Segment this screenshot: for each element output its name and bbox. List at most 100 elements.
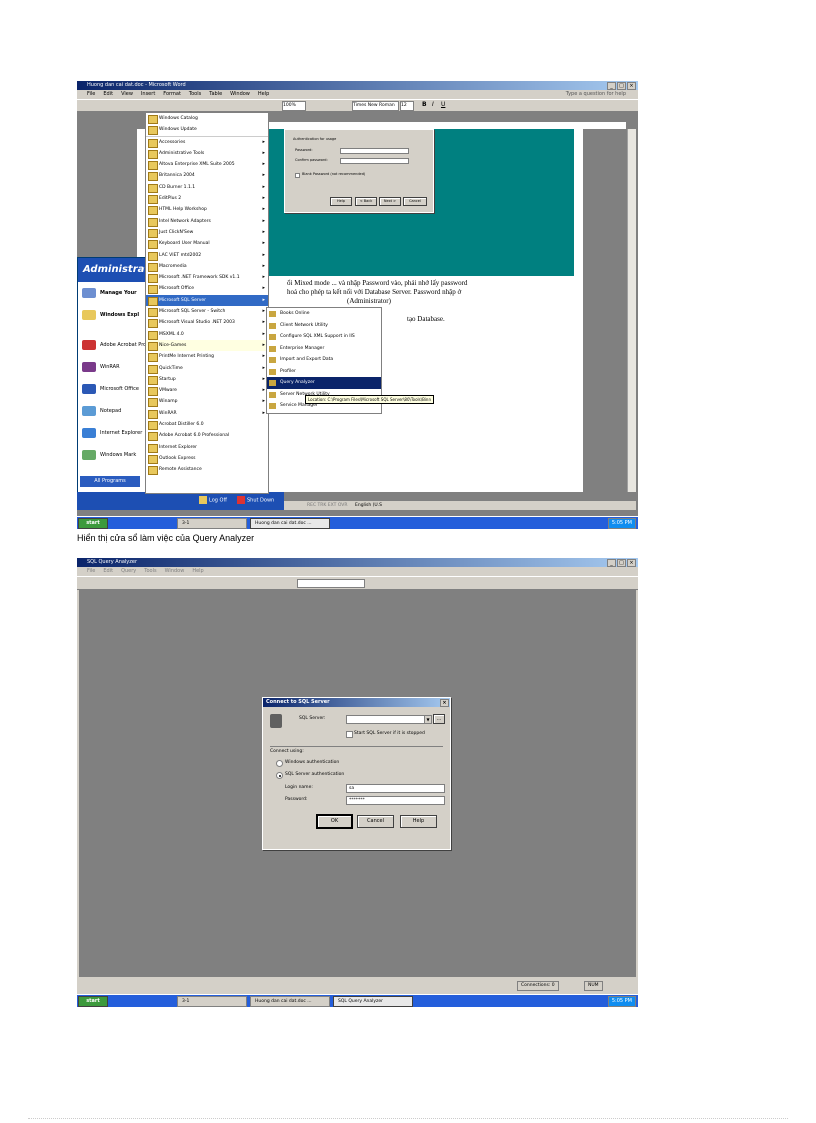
menu-help[interactable]: Help [258,90,269,99]
vertical-scrollbar[interactable] [627,129,636,492]
program-item[interactable]: Acrobat Distiller 6.0 [146,419,268,431]
program-item[interactable]: Just ClickN'Sew [146,227,268,239]
logoff-button[interactable]: Log Off [199,496,227,504]
start-item-explorer[interactable]: Windows Expl [80,308,146,322]
login-back-button[interactable]: < Back [355,197,377,206]
sql-item-client-network[interactable]: Client Network Utility [267,320,381,332]
program-item[interactable]: Windows Catalog [146,113,268,125]
program-item[interactable]: Outlook Express [146,453,268,465]
menu-tools[interactable]: Tools [189,90,201,99]
start-server-checkbox[interactable] [346,731,353,738]
login-name-field[interactable]: sa [346,784,445,793]
menu-format[interactable]: Format [163,90,181,99]
program-item[interactable]: Remote Assistance [146,464,268,476]
qa-menu-query[interactable]: Query [121,567,136,576]
start-item-notepad[interactable]: Notepad [80,404,146,418]
program-item[interactable]: CD Burner 1.1.1 [146,182,268,193]
qa-maximize-button[interactable]: □ [617,559,626,567]
program-item[interactable]: Microsoft SQL Server - Switch [146,306,268,318]
program-item[interactable]: Microsoft Visual Studio .NET 2003 [146,317,268,329]
task-folder-2[interactable]: 3-1 [177,996,247,1007]
qa-menu-file[interactable]: File [87,567,95,576]
start-item-ie[interactable]: Internet Explorer [80,426,146,440]
login-next-button[interactable]: Next > [379,197,401,206]
font-size-box[interactable]: 12 [400,101,414,111]
italic-button[interactable]: I [432,101,434,108]
database-dropdown[interactable] [297,579,365,588]
qa-minimize-button[interactable]: _ [607,559,616,567]
program-item[interactable]: Windows Update [146,124,268,137]
blank-password-checkbox[interactable] [295,173,300,178]
program-item[interactable]: Adobe Acrobat 6.0 Professional [146,430,268,442]
sql-server-combo[interactable]: ▼ [346,715,432,724]
menu-file[interactable]: File [87,90,95,99]
help-button[interactable]: Help [400,815,437,828]
start-button-2[interactable]: start [78,996,108,1007]
qa-menu-edit[interactable]: Edit [103,567,113,576]
program-item[interactable]: Administrative Tools [146,148,268,159]
shutdown-button[interactable]: Shut Down [237,496,274,504]
qa-close-button[interactable]: × [627,559,636,567]
start-item-messenger[interactable]: Windows Mark [80,448,146,462]
sql-item-configure-xml[interactable]: Configure SQL XML Support in IIS [267,331,381,343]
help-search-box[interactable]: Type a question for help [566,90,626,99]
start-item-office[interactable]: Microsoft Office [80,382,146,396]
dropdown-arrow-icon[interactable]: ▼ [424,716,431,723]
program-item[interactable]: Internet Explorer [146,442,268,453]
start-item-winrar[interactable]: WinRAR [80,360,146,374]
login-cancel-button[interactable]: Cancel [403,197,427,206]
menu-window[interactable]: Window [230,90,250,99]
menu-table[interactable]: Table [209,90,222,99]
sql-item-query-analyzer[interactable]: Query Analyzer [267,377,381,389]
sql-item-enterprise-manager[interactable]: Enterprise Manager [267,343,381,355]
login-help-button[interactable]: Help [330,197,352,206]
program-item[interactable]: Macromedia [146,261,268,272]
program-item[interactable]: Accessories [146,137,268,148]
qa-menu-window[interactable]: Window [165,567,185,576]
program-item[interactable]: VMware [146,385,268,397]
program-item[interactable]: PrintMe Internet Printing [146,351,268,363]
program-item[interactable]: Nice-Games [146,339,268,352]
task-word-2[interactable]: Huong dan cai dat.doc ... [250,996,330,1007]
sql-item-profiler[interactable]: Profiler [267,366,381,378]
font-box[interactable]: Times New Roman [352,101,399,111]
maximize-button[interactable]: □ [617,82,626,90]
start-item-acrobat[interactable]: Adobe Acrobat Professional [80,338,168,352]
minimize-button[interactable]: _ [607,82,616,90]
qa-menu-tools[interactable]: Tools [144,567,156,576]
task-word[interactable]: Huong dan cai dat.doc ... [250,518,330,529]
close-button[interactable]: × [627,82,636,90]
qa-menu-help[interactable]: Help [192,567,203,576]
program-item[interactable]: Intel Network Adapters [146,216,268,227]
program-item[interactable]: Keyboard User Manual [146,238,268,250]
sql-auth-radio[interactable] [276,772,283,779]
underline-button[interactable]: U [441,101,445,108]
cancel-button[interactable]: Cancel [357,815,394,828]
menu-view[interactable]: View [121,90,133,99]
program-item[interactable]: Britannica 2004 [146,170,268,182]
program-item[interactable]: QuickTime [146,363,268,374]
program-item[interactable]: Altova Enterprise XML Suite 2005 [146,159,268,171]
program-item[interactable]: Microsoft .NET Framework SDK v1.1 [146,272,268,284]
menu-insert[interactable]: Insert [141,90,155,99]
bold-button[interactable]: B [422,101,427,108]
program-item-sql-server[interactable]: Microsoft SQL Server [146,294,268,306]
zoom-box[interactable]: 100% [282,101,306,111]
start-item-manage[interactable]: Manage Your [80,286,146,300]
windows-auth-radio[interactable] [276,760,283,767]
password-field[interactable]: ******* [346,796,445,805]
login-password-field[interactable] [340,148,409,154]
start-button[interactable]: start [78,518,108,529]
program-item[interactable]: HTML Help Workshop [146,204,268,216]
program-item[interactable]: Microsoft Office [146,283,268,295]
browse-button[interactable]: … [433,714,445,724]
program-item[interactable]: LAC VIET mtd2002 [146,250,268,261]
login-confirm-field[interactable] [340,158,409,164]
program-item[interactable]: Winamp [146,396,268,408]
program-item[interactable]: EditPlus 2 [146,193,268,205]
dialog-close-icon[interactable]: × [440,699,449,707]
sql-item-books-online[interactable]: Books Online [267,308,381,320]
program-item[interactable]: MSXML 4.0 [146,329,268,340]
all-programs-button[interactable]: All Programs [80,476,140,487]
program-item[interactable]: Startup [146,374,268,385]
